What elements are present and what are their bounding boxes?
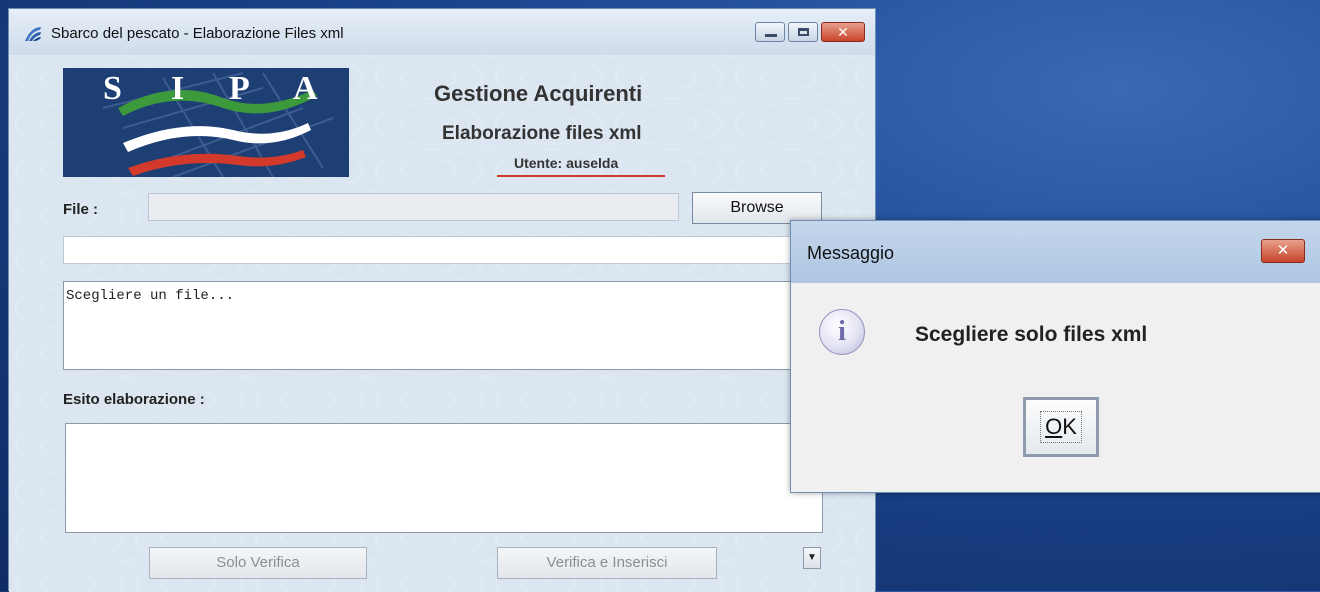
main-window-title: Sbarco del pescato - Elaborazione Files … [51, 25, 344, 42]
dialog-message: Scegliere solo files xml [915, 323, 1148, 346]
file-label: File : [63, 201, 99, 218]
dialog-close-button[interactable]: ✕ [1261, 239, 1305, 263]
logo-letter-s: S [103, 70, 122, 107]
main-window: Sbarco del pescato - Elaborazione Files … [8, 8, 876, 592]
esito-textarea[interactable] [65, 423, 823, 533]
app-fish-icon [25, 27, 41, 41]
page-title: Gestione Acquirenti [434, 81, 643, 106]
main-titlebar[interactable]: Sbarco del pescato - Elaborazione Files … [9, 9, 875, 55]
ok-label: OK [1040, 411, 1082, 443]
esito-label: Esito elaborazione : [63, 391, 205, 408]
message-textarea[interactable]: Scegliere un file... [63, 281, 823, 370]
ok-button[interactable]: OK [1023, 397, 1099, 457]
dialog-titlebar[interactable]: Messaggio ✕ [791, 221, 1320, 283]
page-subtitle: Elaborazione files xml [442, 123, 642, 144]
minimize-button[interactable] [755, 22, 785, 42]
user-underline [497, 175, 665, 177]
dialog-body: i Scegliere solo files xml OK [791, 283, 1320, 492]
dialog-title: Messaggio [807, 243, 895, 263]
file-path-field[interactable] [148, 193, 679, 221]
close-icon: ✕ [1276, 242, 1290, 259]
logo-letter-p: P [229, 70, 250, 107]
verifica-inserisci-button[interactable]: Verifica e Inserisci [497, 547, 717, 579]
main-content: S I P A Gestione Acquirenti Elaborazione… [9, 55, 875, 592]
selected-path-field[interactable] [63, 236, 823, 264]
user-label: Utente: auselda [514, 155, 619, 171]
message-dialog: Messaggio ✕ i Scegliere solo files xml O… [790, 220, 1320, 493]
ok-mnemonic: O [1045, 414, 1063, 439]
info-icon: i [819, 309, 865, 355]
sipa-logo: S I P A [63, 68, 349, 177]
logo-letter-i: I [171, 70, 185, 107]
maximize-icon [798, 28, 809, 36]
close-icon: ✕ [837, 24, 849, 40]
close-button[interactable]: ✕ [821, 22, 865, 42]
solo-verifica-button[interactable]: Solo Verifica [149, 547, 367, 579]
logo-letter-a: A [293, 70, 318, 107]
scroll-down-icon[interactable]: ▼ [803, 547, 821, 569]
window-controls: ✕ [755, 22, 865, 42]
maximize-button[interactable] [788, 22, 818, 42]
ok-rest: K [1062, 414, 1077, 439]
minimize-icon [765, 34, 777, 37]
